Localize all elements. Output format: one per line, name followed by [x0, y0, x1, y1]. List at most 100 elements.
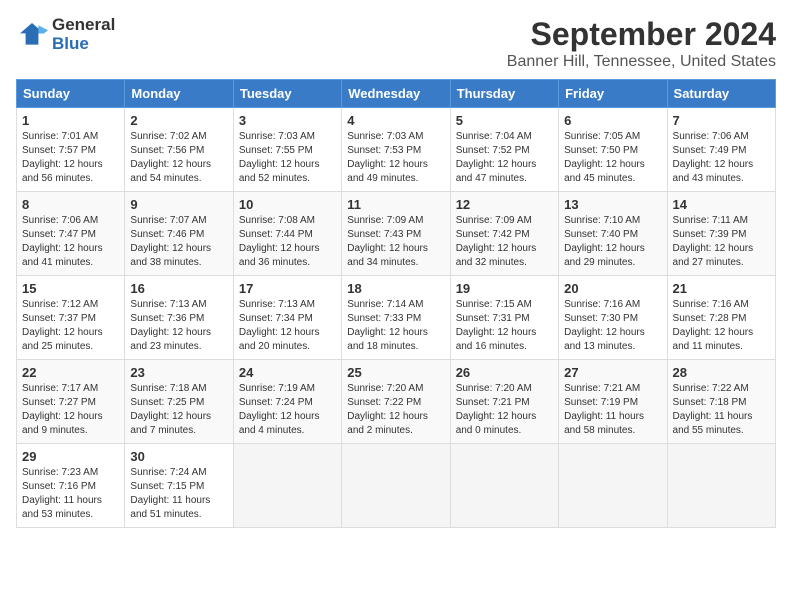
- day-info: Sunrise: 7:19 AMSunset: 7:24 PMDaylight:…: [239, 382, 336, 438]
- calendar-day-21: 21Sunrise: 7:16 AMSunset: 7:28 PMDayligh…: [667, 276, 775, 360]
- day-number: 4: [347, 113, 444, 128]
- day-info: Sunrise: 7:20 AMSunset: 7:21 PMDaylight:…: [456, 382, 553, 438]
- day-info: Sunrise: 7:05 AMSunset: 7:50 PMDaylight:…: [564, 130, 661, 186]
- day-info: Sunrise: 7:18 AMSunset: 7:25 PMDaylight:…: [130, 382, 227, 438]
- weekday-header-tuesday: Tuesday: [233, 80, 341, 108]
- day-number: 30: [130, 449, 227, 464]
- weekday-header-monday: Monday: [125, 80, 233, 108]
- day-number: 29: [22, 449, 119, 464]
- day-info: Sunrise: 7:09 AMSunset: 7:42 PMDaylight:…: [456, 214, 553, 270]
- calendar-day-30: 30 Sunrise: 7:24 AMSunset: 7:15 PMDayligh…: [125, 444, 233, 528]
- day-info: Sunrise: 7:15 AMSunset: 7:31 PMDaylight:…: [456, 298, 553, 354]
- calendar-week-2: 8 Sunrise: 7:06 AMSunset: 7:47 PMDaylight…: [17, 192, 776, 276]
- day-info: Sunrise: 7:17 AMSunset: 7:27 PMDaylight:…: [22, 382, 119, 438]
- calendar-week-5: 29 Sunrise: 7:23 AMSunset: 7:16 PMDayligh…: [17, 444, 776, 528]
- calendar-day-27: 27 Sunrise: 7:21 AMSunset: 7:19 PMDayligh…: [559, 360, 667, 444]
- page-header: General Blue September 2024 Banner Hill,…: [16, 16, 776, 71]
- day-number: 11: [347, 197, 444, 212]
- calendar-day-28: 28 Sunrise: 7:22 AMSunset: 7:18 PMDayligh…: [667, 360, 775, 444]
- weekday-header-friday: Friday: [559, 80, 667, 108]
- calendar-day-empty: [559, 444, 667, 528]
- calendar-day-24: 24 Sunrise: 7:19 AMSunset: 7:24 PMDayligh…: [233, 360, 341, 444]
- day-number: 7: [673, 113, 770, 128]
- calendar-day-8: 8 Sunrise: 7:06 AMSunset: 7:47 PMDaylight…: [17, 192, 125, 276]
- calendar-week-4: 22Sunrise: 7:17 AMSunset: 7:27 PMDayligh…: [17, 360, 776, 444]
- calendar-day-26: 26 Sunrise: 7:20 AMSunset: 7:21 PMDayligh…: [450, 360, 558, 444]
- day-info: Sunrise: 7:06 AMSunset: 7:47 PMDaylight:…: [22, 214, 119, 270]
- calendar-week-1: 1Sunrise: 7:01 AMSunset: 7:57 PMDaylight…: [17, 108, 776, 192]
- day-info: Sunrise: 7:08 AMSunset: 7:44 PMDaylight:…: [239, 214, 336, 270]
- calendar-day-9: 9 Sunrise: 7:07 AMSunset: 7:46 PMDaylight…: [125, 192, 233, 276]
- day-info: Sunrise: 7:11 AMSunset: 7:39 PMDaylight:…: [673, 214, 770, 270]
- day-number: 10: [239, 197, 336, 212]
- day-number: 26: [456, 365, 553, 380]
- day-number: 20: [564, 281, 661, 296]
- day-number: 24: [239, 365, 336, 380]
- day-number: 27: [564, 365, 661, 380]
- calendar-day-14: 14 Sunrise: 7:11 AMSunset: 7:39 PMDayligh…: [667, 192, 775, 276]
- calendar-day-7: 7 Sunrise: 7:06 AMSunset: 7:49 PMDaylight…: [667, 108, 775, 192]
- day-number: 19: [456, 281, 553, 296]
- calendar-day-empty: [667, 444, 775, 528]
- day-info: Sunrise: 7:04 AMSunset: 7:52 PMDaylight:…: [456, 130, 553, 186]
- calendar-day-3: 3 Sunrise: 7:03 AMSunset: 7:55 PMDaylight…: [233, 108, 341, 192]
- day-info: Sunrise: 7:01 AMSunset: 7:57 PMDaylight:…: [22, 130, 119, 186]
- day-info: Sunrise: 7:20 AMSunset: 7:22 PMDaylight:…: [347, 382, 444, 438]
- day-info: Sunrise: 7:16 AMSunset: 7:30 PMDaylight:…: [564, 298, 661, 354]
- day-number: 5: [456, 113, 553, 128]
- calendar-day-4: 4 Sunrise: 7:03 AMSunset: 7:53 PMDaylight…: [342, 108, 450, 192]
- day-number: 28: [673, 365, 770, 380]
- calendar-subtitle: Banner Hill, Tennessee, United States: [507, 53, 776, 71]
- day-number: 18: [347, 281, 444, 296]
- day-info: Sunrise: 7:14 AMSunset: 7:33 PMDaylight:…: [347, 298, 444, 354]
- calendar-title-area: September 2024 Banner Hill, Tennessee, U…: [507, 16, 776, 71]
- calendar-day-empty: [450, 444, 558, 528]
- calendar-day-6: 6 Sunrise: 7:05 AMSunset: 7:50 PMDaylight…: [559, 108, 667, 192]
- day-info: Sunrise: 7:07 AMSunset: 7:46 PMDaylight:…: [130, 214, 227, 270]
- day-number: 8: [22, 197, 119, 212]
- day-info: Sunrise: 7:12 AMSunset: 7:37 PMDaylight:…: [22, 298, 119, 354]
- day-number: 14: [673, 197, 770, 212]
- calendar-day-empty: [233, 444, 341, 528]
- calendar-day-11: 11 Sunrise: 7:09 AMSunset: 7:43 PMDayligh…: [342, 192, 450, 276]
- day-info: Sunrise: 7:22 AMSunset: 7:18 PMDaylight:…: [673, 382, 770, 438]
- calendar-day-12: 12Sunrise: 7:09 AMSunset: 7:42 PMDayligh…: [450, 192, 558, 276]
- day-info: Sunrise: 7:24 AMSunset: 7:15 PMDaylight:…: [130, 466, 227, 522]
- day-info: Sunrise: 7:10 AMSunset: 7:40 PMDaylight:…: [564, 214, 661, 270]
- day-info: Sunrise: 7:13 AMSunset: 7:36 PMDaylight:…: [130, 298, 227, 354]
- calendar-day-20: 20 Sunrise: 7:16 AMSunset: 7:30 PMDayligh…: [559, 276, 667, 360]
- calendar-day-23: 23 Sunrise: 7:18 AMSunset: 7:25 PMDayligh…: [125, 360, 233, 444]
- day-info: Sunrise: 7:09 AMSunset: 7:43 PMDaylight:…: [347, 214, 444, 270]
- day-number: 6: [564, 113, 661, 128]
- calendar-day-13: 13 Sunrise: 7:10 AMSunset: 7:40 PMDayligh…: [559, 192, 667, 276]
- day-number: 3: [239, 113, 336, 128]
- day-number: 17: [239, 281, 336, 296]
- weekday-header-sunday: Sunday: [17, 80, 125, 108]
- day-number: 23: [130, 365, 227, 380]
- calendar-day-empty: [342, 444, 450, 528]
- logo-icon: [16, 19, 48, 51]
- weekday-header-wednesday: Wednesday: [342, 80, 450, 108]
- day-info: Sunrise: 7:21 AMSunset: 7:19 PMDaylight:…: [564, 382, 661, 438]
- calendar-title: September 2024: [507, 16, 776, 53]
- calendar-day-10: 10 Sunrise: 7:08 AMSunset: 7:44 PMDayligh…: [233, 192, 341, 276]
- calendar-day-29: 29 Sunrise: 7:23 AMSunset: 7:16 PMDayligh…: [17, 444, 125, 528]
- day-info: Sunrise: 7:03 AMSunset: 7:53 PMDaylight:…: [347, 130, 444, 186]
- calendar-week-3: 15Sunrise: 7:12 AMSunset: 7:37 PMDayligh…: [17, 276, 776, 360]
- day-info: Sunrise: 7:23 AMSunset: 7:16 PMDaylight:…: [22, 466, 119, 522]
- calendar-table: SundayMondayTuesdayWednesdayThursdayFrid…: [16, 79, 776, 528]
- day-number: 9: [130, 197, 227, 212]
- weekday-header-saturday: Saturday: [667, 80, 775, 108]
- calendar-day-2: 2Sunrise: 7:02 AMSunset: 7:56 PMDaylight…: [125, 108, 233, 192]
- day-info: Sunrise: 7:16 AMSunset: 7:28 PMDaylight:…: [673, 298, 770, 354]
- day-info: Sunrise: 7:03 AMSunset: 7:55 PMDaylight:…: [239, 130, 336, 186]
- day-number: 2: [130, 113, 227, 128]
- day-number: 16: [130, 281, 227, 296]
- day-info: Sunrise: 7:13 AMSunset: 7:34 PMDaylight:…: [239, 298, 336, 354]
- calendar-day-25: 25 Sunrise: 7:20 AMSunset: 7:22 PMDayligh…: [342, 360, 450, 444]
- day-number: 25: [347, 365, 444, 380]
- day-number: 13: [564, 197, 661, 212]
- weekday-header-thursday: Thursday: [450, 80, 558, 108]
- calendar-day-17: 17 Sunrise: 7:13 AMSunset: 7:34 PMDayligh…: [233, 276, 341, 360]
- day-info: Sunrise: 7:06 AMSunset: 7:49 PMDaylight:…: [673, 130, 770, 186]
